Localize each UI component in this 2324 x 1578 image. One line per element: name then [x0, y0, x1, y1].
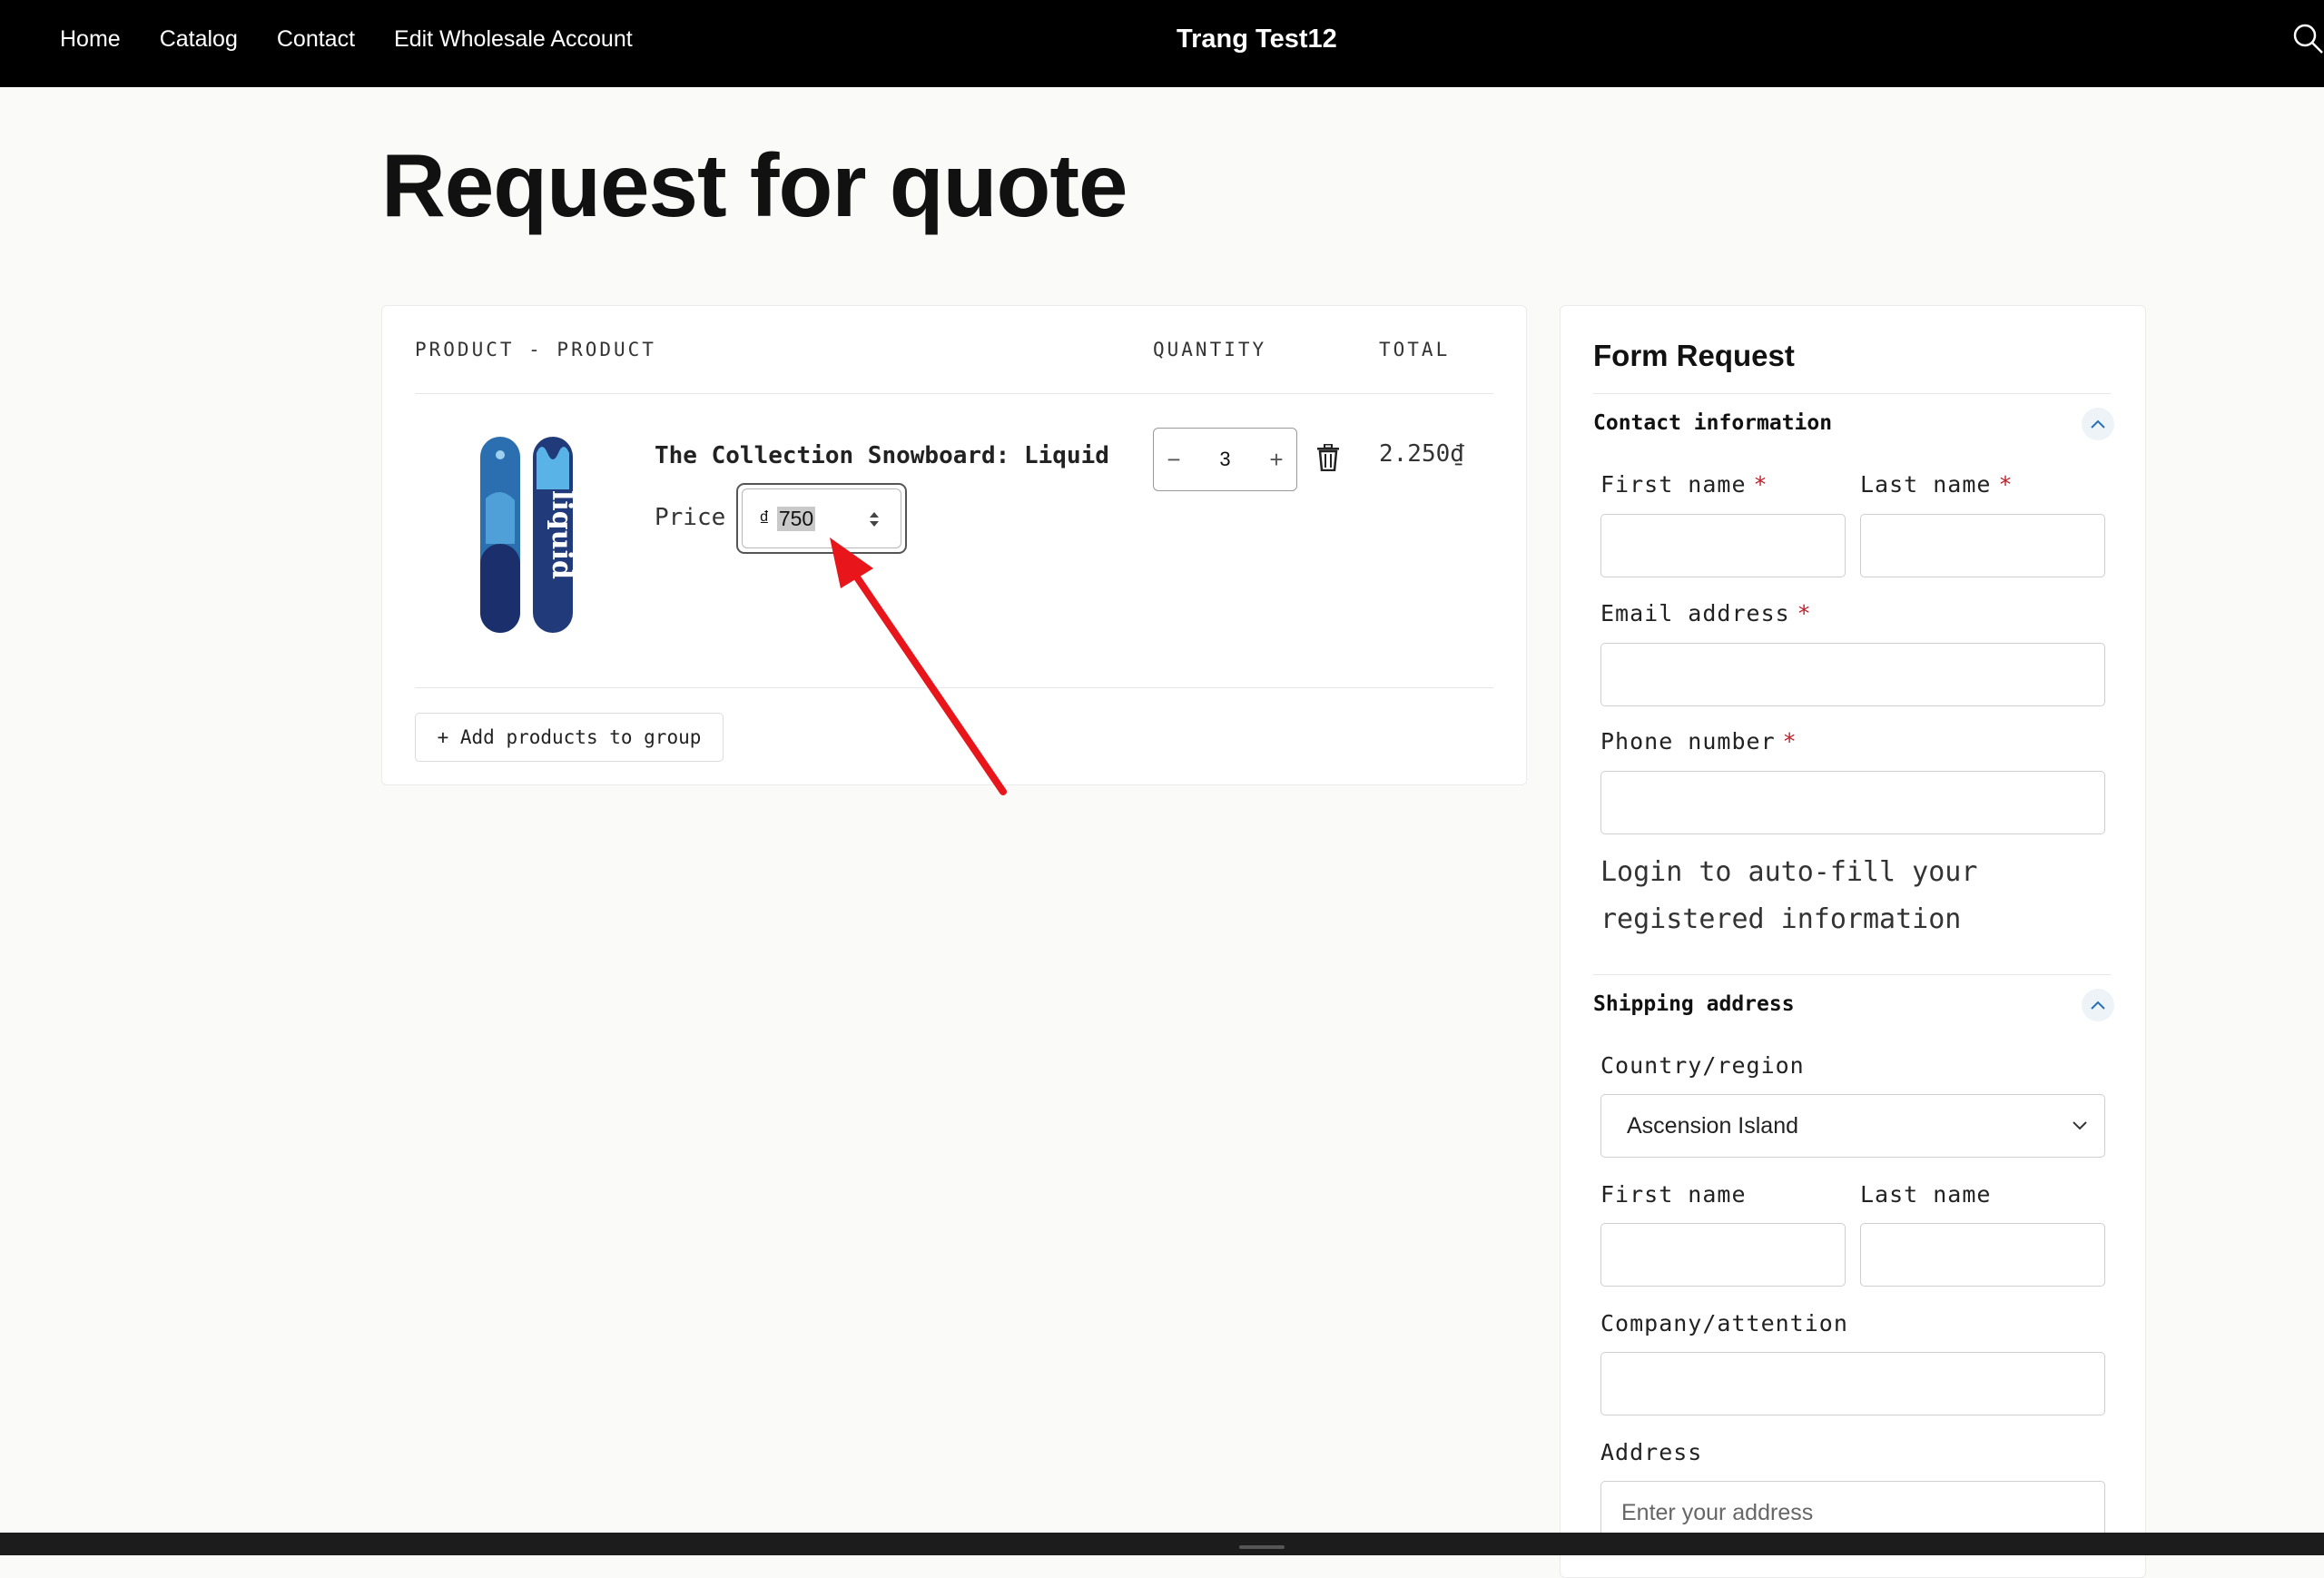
company-field[interactable] [1600, 1352, 2105, 1415]
country-select[interactable]: Ascension Island [1600, 1094, 2105, 1158]
total-column-header: TOTAL [1379, 339, 1451, 360]
address-label: Address [1600, 1439, 1703, 1465]
page-title: Request for quote [381, 135, 1128, 235]
top-navigation-bar: Home Catalog Contact Edit Wholesale Acco… [0, 0, 2324, 87]
company-label: Company/attention [1600, 1310, 1848, 1336]
add-products-to-group-button[interactable]: + Add products to group [415, 713, 724, 762]
country-label: Country/region [1600, 1052, 1805, 1079]
svg-text:liquid: liquid [546, 490, 576, 579]
collapse-contact-button[interactable] [2082, 408, 2114, 440]
login-autofill-link[interactable]: Login to auto-fill your registered infor… [1600, 849, 2073, 943]
increase-quantity-button[interactable]: + [1265, 446, 1287, 474]
currency-symbol: ₫ [759, 506, 770, 530]
collapse-shipping-button[interactable] [2082, 989, 2114, 1021]
annotation-arrow [830, 538, 1007, 795]
quantity-column-header: QUANTITY [1153, 339, 1267, 360]
price-label: Price [655, 504, 726, 531]
bottom-handle [1239, 1545, 1285, 1549]
shipping-section-title[interactable]: Shipping address [1593, 992, 1795, 1016]
contact-last-name-field[interactable] [1860, 514, 2105, 577]
phone-field[interactable] [1600, 771, 2105, 834]
quantity-value[interactable]: 3 [1219, 448, 1230, 471]
address-placeholder: Enter your address [1621, 1499, 1814, 1525]
product-column-header: PRODUCT - PRODUCT [415, 339, 656, 360]
bottom-bar [0, 1533, 2324, 1555]
contact-first-name-field[interactable] [1600, 514, 1846, 577]
email-field[interactable] [1600, 643, 2105, 706]
trash-icon[interactable] [1316, 444, 1340, 471]
email-label: Email address * [1600, 600, 1812, 626]
header-divider [415, 393, 1493, 394]
search-icon[interactable] [2291, 22, 2324, 54]
country-selected-value: Ascension Island [1627, 1112, 1799, 1139]
chevron-up-icon [2091, 1001, 2105, 1010]
store-name[interactable]: Trang Test12 [1177, 25, 1337, 54]
product-name[interactable]: The Collection Snowboard: Liquid [655, 442, 1109, 469]
form-title: Form Request [1593, 339, 1795, 372]
contact-last-name-label: Last name * [1860, 471, 2014, 498]
contact-section-title[interactable]: Contact information [1593, 411, 1832, 435]
chevron-up-icon [2091, 419, 2105, 429]
product-image[interactable]: liquid [477, 435, 576, 635]
phone-label: Phone number * [1600, 728, 1797, 754]
form-title-divider [1593, 393, 2111, 394]
store-brand: Trang Test12 [0, 0, 2324, 78]
shipping-first-name-field[interactable] [1600, 1223, 1846, 1287]
quantity-stepper: − 3 + [1153, 428, 1297, 491]
chevron-down-icon [2073, 1121, 2087, 1130]
section-divider [1593, 974, 2111, 975]
form-request-card: Form Request Contact information First n… [1560, 305, 2146, 1578]
decrease-quantity-button[interactable]: − [1163, 446, 1185, 474]
shipping-last-name-label: Last name [1860, 1181, 1992, 1208]
line-total: 2.250₫ [1379, 440, 1464, 468]
shipping-last-name-field[interactable] [1860, 1223, 2105, 1287]
shipping-first-name-label: First name [1600, 1181, 1747, 1208]
contact-first-name-label: First name * [1600, 471, 1768, 498]
